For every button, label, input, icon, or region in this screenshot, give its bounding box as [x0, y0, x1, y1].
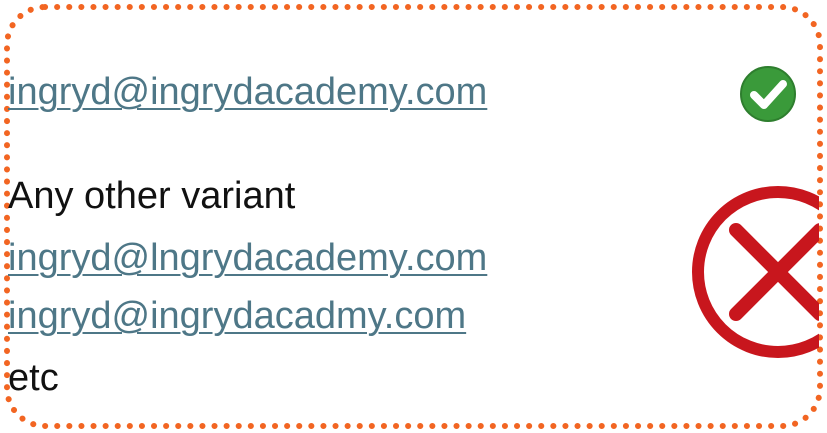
- approved-email-link[interactable]: ingryd@ingrydacademy.com: [8, 70, 487, 114]
- variant-etc: etc: [8, 357, 59, 399]
- variant-email-link[interactable]: ingryd@lngrydacademy.com: [8, 236, 487, 280]
- check-circle-icon: [740, 66, 796, 122]
- dotted-frame: ingryd@ingrydacademy.com Any other varia…: [4, 4, 823, 429]
- variant-email-link[interactable]: ingryd@ingrydacadmy.com: [8, 294, 466, 338]
- cross-circle-icon: [692, 186, 819, 358]
- variant-heading: Any other variant: [8, 175, 296, 217]
